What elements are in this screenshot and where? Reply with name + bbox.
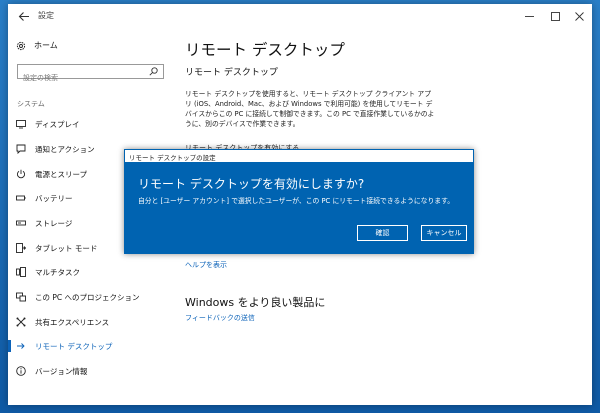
sidebar-item-label: ストレージ (35, 218, 73, 228)
shared-experience-icon (16, 317, 26, 327)
minimize-button[interactable] (516, 4, 542, 29)
dialog-heading: リモート デスクトップを有効にしますか? (138, 177, 365, 191)
gear-icon (16, 41, 26, 50)
sidebar-item-label: この PC へのプロジェクション (35, 292, 140, 302)
sidebar-item-notifications[interactable]: 通知とアクション (16, 141, 95, 157)
sidebar-item-projection[interactable]: この PC へのプロジェクション (16, 289, 140, 305)
sidebar-item-label: 通知とアクション (35, 144, 95, 154)
sidebar-item-label: 共有エクスペリエンス (35, 317, 110, 327)
search-input[interactable] (18, 71, 143, 85)
minimize-icon (524, 16, 534, 17)
tablet-mode-icon (16, 243, 26, 253)
confirm-button[interactable]: 確認 (357, 225, 408, 241)
remote-desktop-icon (17, 343, 25, 349)
storage-icon (16, 220, 26, 226)
cancel-button[interactable]: キャンセル (421, 225, 467, 241)
sidebar-home[interactable]: ホーム (16, 40, 58, 51)
close-icon (574, 12, 584, 21)
sidebar-item-multitask[interactable]: マルチタスク (16, 264, 80, 280)
sidebar-section-label: システム (17, 100, 45, 108)
sidebar-item-tablet-mode[interactable]: タブレット モード (16, 240, 97, 256)
multitask-icon (16, 267, 26, 277)
title-bar: 設定 (8, 4, 592, 29)
search-box[interactable] (17, 64, 164, 85)
sidebar-item-shared-experience[interactable]: 共有エクスペリエンス (16, 314, 109, 330)
dialog-title-bar: リモート デスクトップの設定 (124, 149, 474, 163)
sidebar-item-label: バージョン情報 (35, 366, 88, 376)
sidebar-item-label: マルチタスク (35, 267, 80, 277)
maximize-button[interactable] (542, 4, 568, 29)
window-title: 設定 (38, 11, 54, 20)
sidebar-item-display[interactable]: ディスプレイ (16, 116, 79, 132)
page-title: リモート デスクトップ (185, 41, 345, 59)
sidebar-item-label: タブレット モード (35, 243, 98, 253)
display-icon (16, 120, 26, 129)
sidebar-item-label: ディスプレイ (35, 119, 80, 129)
sidebar-item-storage[interactable]: ストレージ (16, 215, 72, 231)
description-text: リモート デスクトップを使用すると、リモート デスクトップ クライアント アプリ… (185, 90, 435, 128)
sidebar-home-label: ホーム (34, 41, 58, 50)
maximize-icon (550, 12, 560, 21)
notification-icon (16, 144, 26, 154)
close-button[interactable] (566, 4, 592, 29)
sidebar-item-power[interactable]: 電源とスリープ (16, 166, 87, 182)
sidebar-item-about[interactable]: バージョン情報 (16, 363, 87, 379)
projection-icon (16, 292, 26, 302)
remote-desktop-dialog: リモート デスクトップの設定 リモート デスクトップを有効にしますか? 自分と … (124, 149, 474, 254)
help-link[interactable]: ヘルプを表示 (185, 260, 227, 270)
sidebar-item-remote-desktop[interactable]: リモート デスクトップ (8, 338, 113, 354)
info-icon (16, 366, 26, 376)
battery-icon (16, 195, 26, 201)
power-icon (16, 169, 26, 179)
back-arrow-icon[interactable] (18, 11, 30, 22)
dialog-title: リモート デスクトップの設定 (129, 154, 216, 162)
sidebar-item-label: リモート デスクトップ (35, 341, 113, 351)
sidebar-item-battery[interactable]: バッテリー (16, 190, 73, 206)
feedback-link[interactable]: フィードバックの送信 (185, 313, 255, 323)
sidebar-item-label: 電源とスリープ (35, 169, 88, 179)
section-title: リモート デスクトップ (185, 68, 278, 78)
dialog-message: 自分と [ユーザー アカウント] で選択したユーザーが、この PC にリモート接… (138, 197, 454, 205)
sidebar-item-label: バッテリー (35, 193, 73, 203)
search-icon (149, 67, 158, 76)
improve-windows-heading: Windows をより良い製品に (185, 296, 326, 309)
